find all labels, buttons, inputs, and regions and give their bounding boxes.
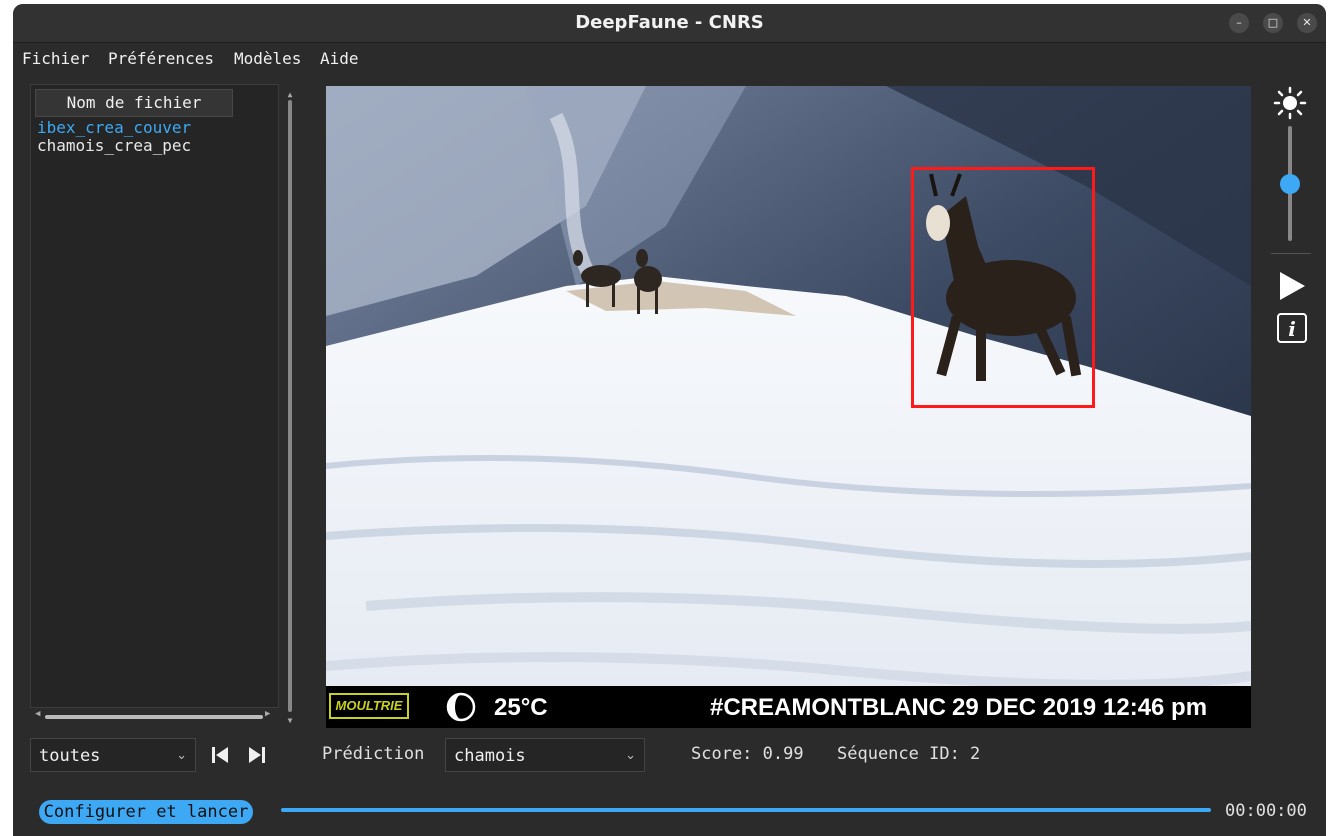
file-list-vertical-scrollbar[interactable]: ▲ ▼ — [285, 90, 295, 726]
skip-next-icon[interactable] — [246, 744, 268, 766]
side-tools: i — [1271, 86, 1311, 356]
prediction-select[interactable]: chamois ⌄ — [445, 738, 645, 772]
brightness-slider[interactable] — [1280, 126, 1300, 241]
file-row-ibex[interactable]: ibex_crea_couver — [37, 118, 191, 137]
score-text: Score: 0.99 — [691, 744, 804, 764]
maximize-icon: □ — [1267, 16, 1279, 29]
sequence-id-text: Séquence ID: 2 — [837, 744, 981, 764]
moultrie-logo: MOULTRIE — [329, 693, 409, 719]
vertical-scroll-thumb[interactable] — [288, 100, 292, 712]
progress-bar — [281, 808, 1211, 812]
file-list-header[interactable]: Nom de fichier — [35, 89, 233, 117]
brightness-icon — [1273, 86, 1307, 120]
location-text: #CREAMONTBLANC — [710, 694, 946, 721]
info-icon[interactable]: i — [1277, 313, 1307, 343]
minimize-icon: – — [1236, 16, 1242, 29]
menu-fichier[interactable]: Fichier — [22, 49, 89, 68]
separator — [1271, 253, 1311, 254]
menu-modeles[interactable]: Modèles — [234, 49, 301, 68]
temperature-text: 25°C — [494, 694, 548, 721]
elapsed-time: 00:00:00 — [1225, 801, 1307, 821]
play-icon[interactable] — [1278, 271, 1306, 301]
scroll-down-icon[interactable]: ▼ — [285, 716, 295, 725]
file-list-panel — [30, 84, 279, 708]
chevron-down-icon: ⌄ — [625, 748, 636, 763]
time-text: 12:46 pm — [1103, 694, 1208, 721]
menu-aide[interactable]: Aide — [320, 49, 359, 68]
maximize-button[interactable]: □ — [1263, 13, 1283, 33]
menu-bar: Fichier Préférences Modèles Aide — [13, 43, 1326, 75]
scroll-right-icon[interactable]: ▶ — [265, 709, 270, 719]
moon-icon — [446, 692, 476, 722]
scroll-up-icon[interactable]: ▲ — [285, 90, 295, 99]
skip-previous-icon[interactable] — [209, 744, 231, 766]
date-text: 29 DEC 2019 — [952, 694, 1097, 721]
title-bar: DeepFaune - CNRS – □ ✕ — [13, 4, 1326, 43]
scroll-left-icon[interactable]: ◀ — [35, 709, 40, 719]
file-row-chamois[interactable]: chamois_crea_pec — [37, 136, 191, 155]
horizontal-scroll-thumb[interactable] — [45, 715, 263, 719]
file-list-horizontal-scrollbar[interactable]: ◀ ▶ — [35, 709, 273, 722]
close-button[interactable]: ✕ — [1297, 13, 1317, 33]
svg-text:i: i — [1288, 317, 1296, 341]
prediction-value: chamois — [454, 746, 526, 766]
camera-info-strip: MOULTRIE 25°C #CREAMONTBLANC 29 DEC 2019… — [326, 686, 1251, 728]
snow-scene — [326, 86, 1251, 690]
close-icon: ✕ — [1302, 16, 1312, 29]
species-filter-value: toutes — [39, 746, 101, 766]
species-filter-select[interactable]: toutes ⌄ — [30, 738, 196, 772]
window-title: DeepFaune - CNRS — [575, 12, 764, 33]
app-window: DeepFaune - CNRS – □ ✕ Fichier Préférenc… — [13, 4, 1326, 836]
chevron-down-icon: ⌄ — [176, 748, 187, 763]
detection-bounding-box — [911, 167, 1095, 408]
camera-trap-image: MOULTRIE 25°C #CREAMONTBLANC 29 DEC 2019… — [326, 86, 1251, 728]
prediction-label: Prédiction — [322, 744, 425, 764]
menu-preferences[interactable]: Préférences — [108, 49, 214, 68]
minimize-button[interactable]: – — [1229, 13, 1249, 33]
brightness-slider-handle[interactable] — [1280, 173, 1300, 194]
configure-run-button[interactable]: Configurer et lancer — [39, 800, 253, 824]
